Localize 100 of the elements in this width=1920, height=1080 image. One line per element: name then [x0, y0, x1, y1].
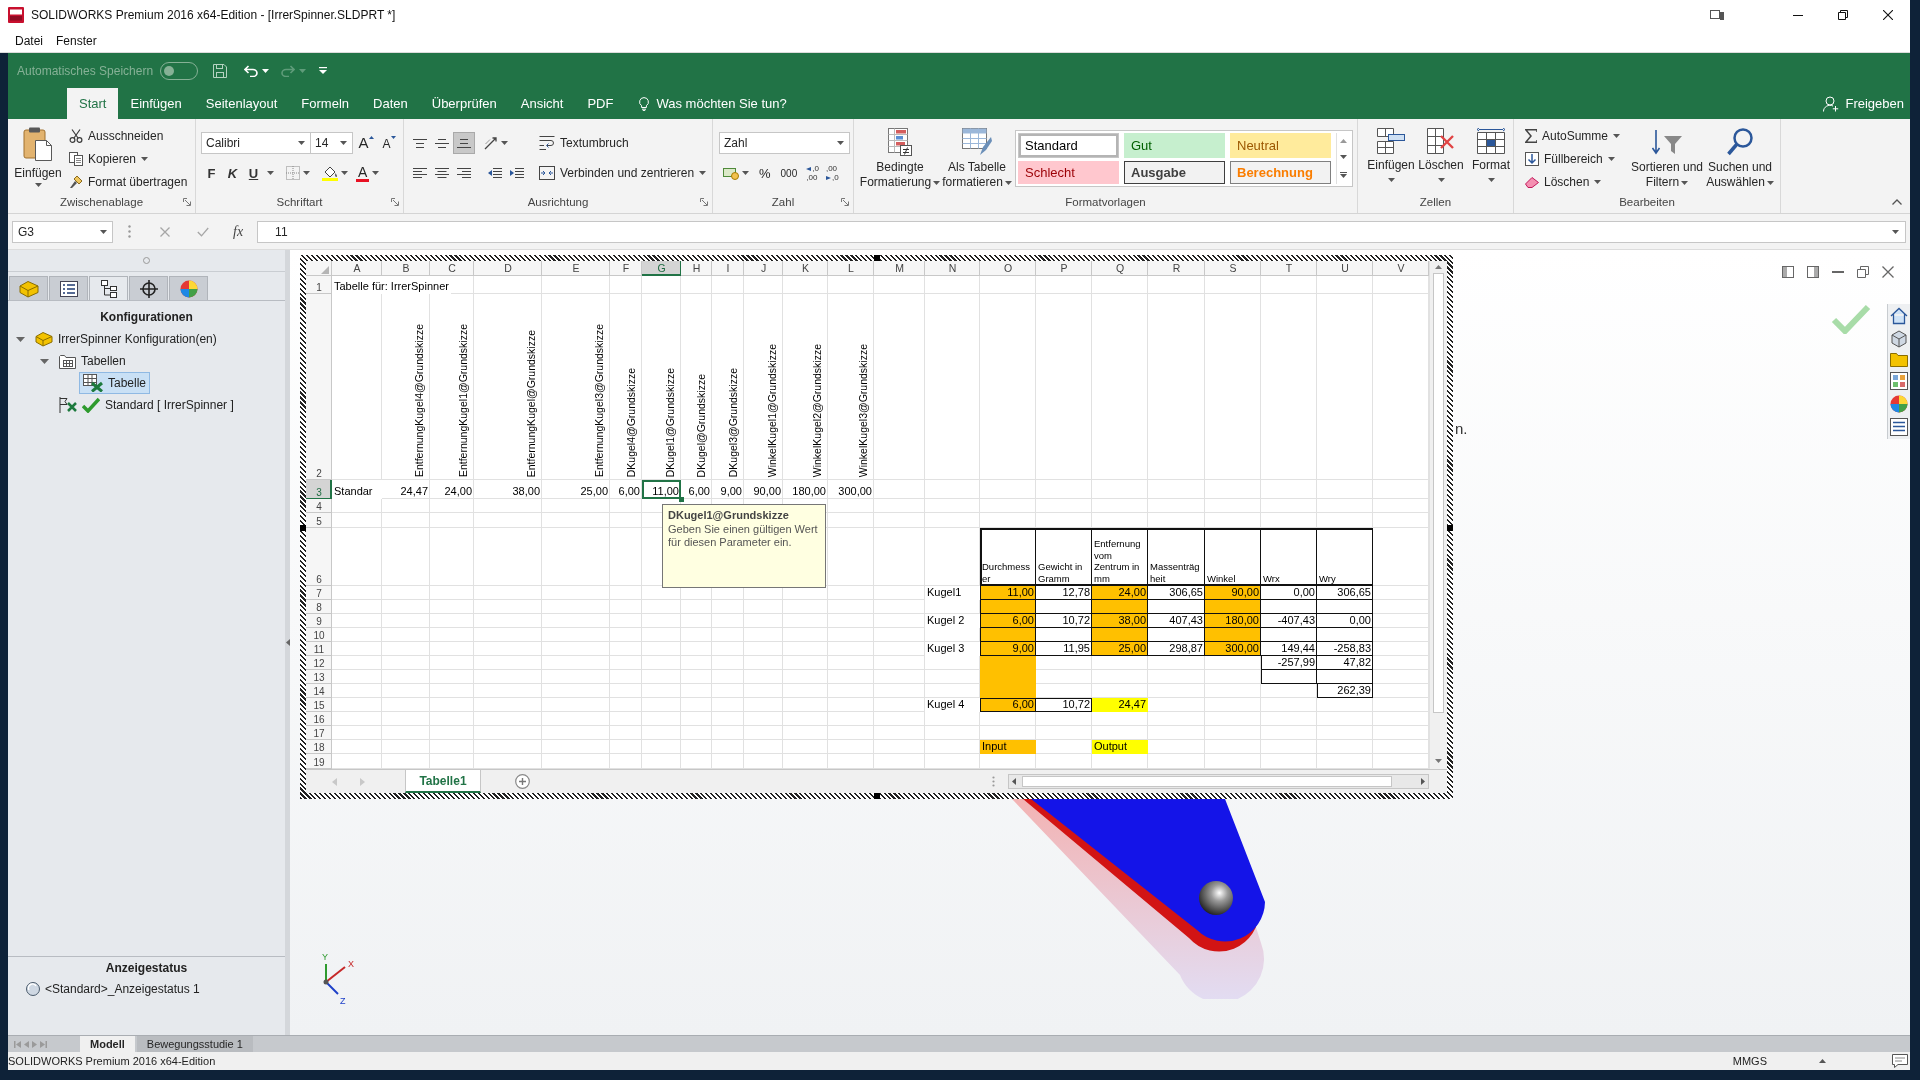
row-header[interactable]: 4	[306, 499, 332, 513]
bold-button[interactable]: F	[201, 162, 222, 184]
column-header[interactable]: O	[980, 261, 1036, 276]
column-header[interactable]: N	[925, 261, 980, 276]
row-header[interactable]: 16	[306, 712, 332, 726]
share-button[interactable]: Freigeben	[1823, 88, 1910, 119]
column-header[interactable]: F	[610, 261, 642, 276]
caret-up-icon[interactable]	[1819, 1059, 1826, 1063]
expand-arrow-icon[interactable]	[16, 334, 25, 344]
merge-center-button[interactable]: Verbinden und zentrieren	[536, 162, 710, 184]
column-header[interactable]: K	[783, 261, 828, 276]
row-header[interactable]: 14	[306, 684, 332, 698]
column-header[interactable]: J	[744, 261, 783, 276]
column-header[interactable]: B	[382, 261, 430, 276]
insert-function-button[interactable]: fx	[233, 223, 244, 240]
document-tab[interactable]: Modell	[80, 1036, 135, 1052]
column-header[interactable]: I	[712, 261, 744, 276]
collapse-ribbon-icon[interactable]	[1892, 199, 1902, 205]
cell-style-option[interactable]: Ausgabe	[1124, 161, 1225, 184]
delete-cells-button[interactable]: Löschen	[1416, 125, 1466, 193]
tree-item[interactable]: Tabellen	[55, 351, 130, 371]
close-icon[interactable]	[1882, 266, 1894, 278]
row-header[interactable]: 8	[306, 600, 332, 614]
cancel-icon[interactable]	[160, 226, 170, 237]
formula-field[interactable]: 11	[257, 220, 1906, 243]
ribbon-tab[interactable]: Formeln	[289, 88, 362, 119]
row-header[interactable]: 15	[306, 698, 332, 712]
tree-item[interactable]: Standard [ IrrerSpinner ]	[55, 395, 238, 415]
percent-button[interactable]: %	[755, 162, 775, 184]
insert-cells-button[interactable]: Einfügen	[1366, 125, 1416, 193]
gallery-up-icon[interactable]	[1340, 139, 1347, 144]
undo-icon[interactable]	[244, 64, 259, 77]
ribbon-tab[interactable]: Daten	[361, 88, 420, 119]
expand-arrow-icon[interactable]	[40, 356, 49, 366]
grip-icon[interactable]	[143, 257, 150, 264]
resize-handle-icon[interactable]	[874, 255, 880, 261]
panel-tab[interactable]	[129, 276, 168, 300]
column-header[interactable]: M	[874, 261, 925, 276]
column-header[interactable]: C	[430, 261, 474, 276]
row-header[interactable]: 5	[306, 513, 332, 528]
chat-bubble-icon[interactable]	[1892, 1054, 1908, 1068]
panel-tab[interactable]	[49, 276, 88, 300]
split-handle-icon[interactable]	[992, 776, 995, 787]
wrap-text-button[interactable]: Textumbruch	[536, 132, 710, 154]
splitter-dots-icon[interactable]	[128, 225, 131, 238]
fill-handle-icon[interactable]	[679, 497, 684, 502]
gallery-more-icon[interactable]	[1340, 171, 1347, 178]
row-header[interactable]: 19	[306, 754, 332, 769]
column-header[interactable]: E	[542, 261, 610, 276]
row-header[interactable]: 1	[306, 276, 332, 294]
align-bottom-button[interactable]	[453, 132, 475, 154]
sort-filter-button[interactable]: Sortieren und Filtern	[1629, 125, 1705, 193]
fill-down-button[interactable]: Füllbereich	[1522, 148, 1629, 170]
gallery-down-icon[interactable]	[1340, 155, 1347, 160]
column-header[interactable]: Q	[1092, 261, 1148, 276]
column-header[interactable]: T	[1261, 261, 1317, 276]
find-select-button[interactable]: Suchen und Auswählen	[1705, 125, 1775, 193]
panel-left-icon[interactable]	[1782, 266, 1794, 278]
shrink-font-button[interactable]: A	[379, 132, 399, 154]
format-as-table-button[interactable]: Als Tabelle formatieren	[942, 125, 1012, 193]
row-header[interactable]: 17	[306, 726, 332, 740]
column-header[interactable]: A	[332, 261, 382, 276]
column-header[interactable]: D	[474, 261, 542, 276]
dialog-launcher-icon[interactable]	[841, 198, 849, 206]
cube-icon[interactable]	[1890, 330, 1908, 348]
dialog-launcher-icon[interactable]	[391, 198, 399, 206]
row-header[interactable]: 6	[306, 528, 332, 586]
resize-handle-icon[interactable]	[300, 525, 306, 531]
vertical-scrollbar[interactable]	[1429, 261, 1447, 769]
add-sheet-icon[interactable]	[515, 774, 530, 789]
scroll-right-icon[interactable]	[1421, 778, 1425, 785]
row-header[interactable]: 9	[306, 614, 332, 628]
row-header[interactable]: 10	[306, 628, 332, 642]
scroll-down-icon[interactable]	[1435, 759, 1442, 763]
clear-button[interactable]: Löschen	[1522, 171, 1629, 193]
units-selector[interactable]: MMGS	[1732, 1055, 1767, 1067]
row-header[interactable]: 11	[306, 642, 332, 656]
font-color-button[interactable]: A	[352, 162, 384, 184]
underline-button[interactable]: U	[243, 162, 264, 184]
number-format-field[interactable]: Zahl	[719, 132, 850, 154]
sheet-tab[interactable]: Tabelle1	[405, 770, 481, 793]
customize-icon[interactable]	[319, 67, 328, 74]
dialog-launcher-icon[interactable]	[700, 198, 708, 206]
resize-handle-icon[interactable]	[1447, 525, 1453, 531]
grow-font-button[interactable]: A	[356, 132, 376, 154]
autosum-button[interactable]: AutoSumme	[1522, 125, 1629, 147]
row-header[interactable]: 7	[306, 586, 332, 600]
document-tab[interactable]: Bewegungsstudie 1	[136, 1036, 253, 1052]
home-icon[interactable]	[1890, 307, 1908, 325]
list-icon[interactable]	[1890, 418, 1908, 436]
panel-tab[interactable]	[89, 276, 128, 300]
conditional-formatting-button[interactable]: Bedingte Formatierung	[858, 125, 942, 193]
thousands-separator-button[interactable]: 000	[776, 162, 802, 184]
scroll-up-icon[interactable]	[1435, 265, 1442, 269]
copy-button[interactable]: Kopieren	[66, 148, 191, 170]
restore-icon[interactable]	[1857, 266, 1869, 278]
row-header[interactable]: 12	[306, 656, 332, 670]
format-cells-button[interactable]: Format	[1466, 125, 1516, 193]
panel-right-icon[interactable]	[1807, 266, 1819, 278]
scroll-thumb[interactable]	[1022, 776, 1392, 787]
